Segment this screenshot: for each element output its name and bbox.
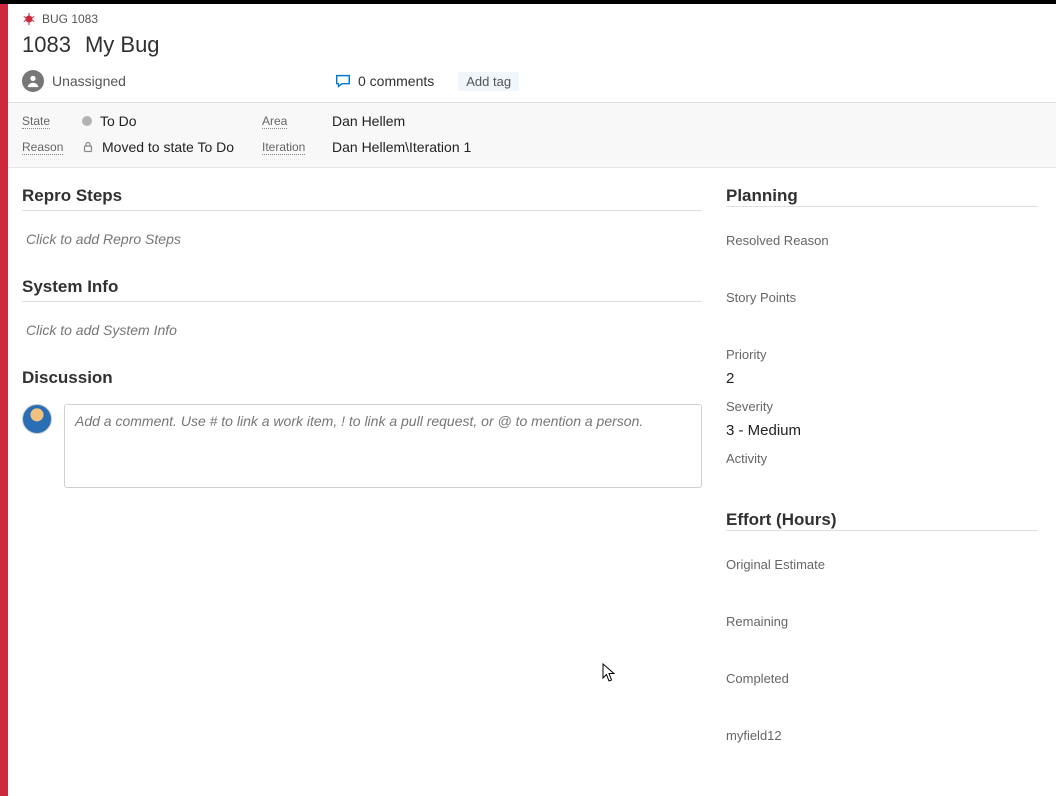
state-dot-icon xyxy=(82,116,92,126)
avatar xyxy=(22,404,52,434)
state-band: State To Do Area Dan Hellem Reason Moved… xyxy=(8,103,1056,168)
area-label: Area xyxy=(262,114,287,129)
planning-title: Planning xyxy=(726,186,1038,207)
severity-label: Severity xyxy=(726,399,1038,414)
comments-count: 0 comments xyxy=(358,73,434,89)
system-info-title: System Info xyxy=(22,277,702,302)
repro-steps-title: Repro Steps xyxy=(22,186,702,211)
assignee-text: Unassigned xyxy=(52,73,126,89)
remaining-label[interactable]: Remaining xyxy=(726,614,1038,629)
add-tag-button[interactable]: Add tag xyxy=(458,72,519,91)
resolved-reason-label[interactable]: Resolved Reason xyxy=(726,233,1038,248)
severity-value[interactable]: 3 - Medium xyxy=(726,422,1038,439)
completed-label[interactable]: Completed xyxy=(726,671,1038,686)
priority-value[interactable]: 2 xyxy=(726,370,1038,387)
repro-steps-field[interactable]: Click to add Repro Steps xyxy=(22,225,702,271)
system-info-field[interactable]: Click to add System Info xyxy=(22,316,702,362)
comment-input[interactable]: Add a comment. Use # to link a work item… xyxy=(64,404,702,488)
state-label: State xyxy=(22,114,50,129)
comments-chip[interactable]: 0 comments xyxy=(334,72,434,90)
area-value: Dan Hellem xyxy=(332,113,405,129)
reason-field[interactable]: Moved to state To Do xyxy=(82,139,262,155)
bug-icon xyxy=(22,12,36,26)
assignee-chip[interactable]: Unassigned xyxy=(22,70,322,92)
state-value: To Do xyxy=(100,113,137,129)
work-item-title[interactable]: My Bug xyxy=(85,32,160,58)
activity-label[interactable]: Activity xyxy=(726,451,1038,466)
reason-label: Reason xyxy=(22,140,63,155)
iteration-label: Iteration xyxy=(262,140,305,155)
work-item-id: 1083 xyxy=(22,32,71,58)
iteration-field[interactable]: Dan Hellem\Iteration 1 xyxy=(332,139,1042,155)
iteration-value: Dan Hellem\Iteration 1 xyxy=(332,139,471,155)
state-field[interactable]: To Do xyxy=(82,113,262,129)
area-field[interactable]: Dan Hellem xyxy=(332,113,1042,129)
priority-label: Priority xyxy=(726,347,1038,362)
original-estimate-label[interactable]: Original Estimate xyxy=(726,557,1038,572)
story-points-label[interactable]: Story Points xyxy=(726,290,1038,305)
custom-field-label[interactable]: myfield12 xyxy=(726,728,1038,743)
reason-value: Moved to state To Do xyxy=(102,139,234,155)
discussion-title: Discussion xyxy=(22,368,702,392)
effort-title: Effort (Hours) xyxy=(726,510,1038,531)
work-item-color-rail xyxy=(0,4,8,796)
speech-bubble-icon xyxy=(334,72,352,90)
lock-icon xyxy=(82,141,94,153)
work-item-type-label: BUG 1083 xyxy=(42,12,98,26)
person-icon xyxy=(22,70,44,92)
